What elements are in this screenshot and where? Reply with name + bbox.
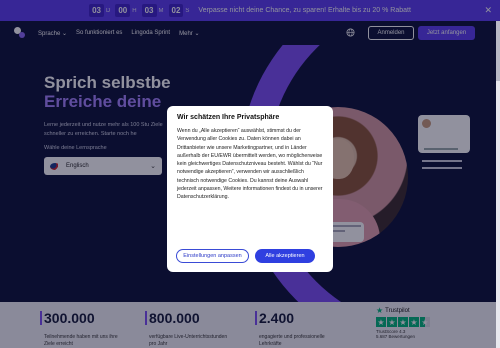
accept-all-button[interactable]: Alle akzeptieren (255, 249, 315, 263)
cookie-consent-dialog: Wir schätzen Ihre Privatsphäre Wenn du „… (167, 106, 333, 272)
dialog-buttons: Einstellungen anpassen Alle akzeptieren (176, 249, 315, 263)
page-scrollbar[interactable] (496, 21, 500, 348)
dialog-body: Wenn du „Alle akzeptieren“ auswählst, st… (177, 128, 323, 201)
dialog-title: Wir schätzen Ihre Privatsphäre (177, 114, 280, 121)
adjust-settings-button[interactable]: Einstellungen anpassen (176, 249, 249, 263)
scrollbar-thumb[interactable] (496, 21, 500, 81)
